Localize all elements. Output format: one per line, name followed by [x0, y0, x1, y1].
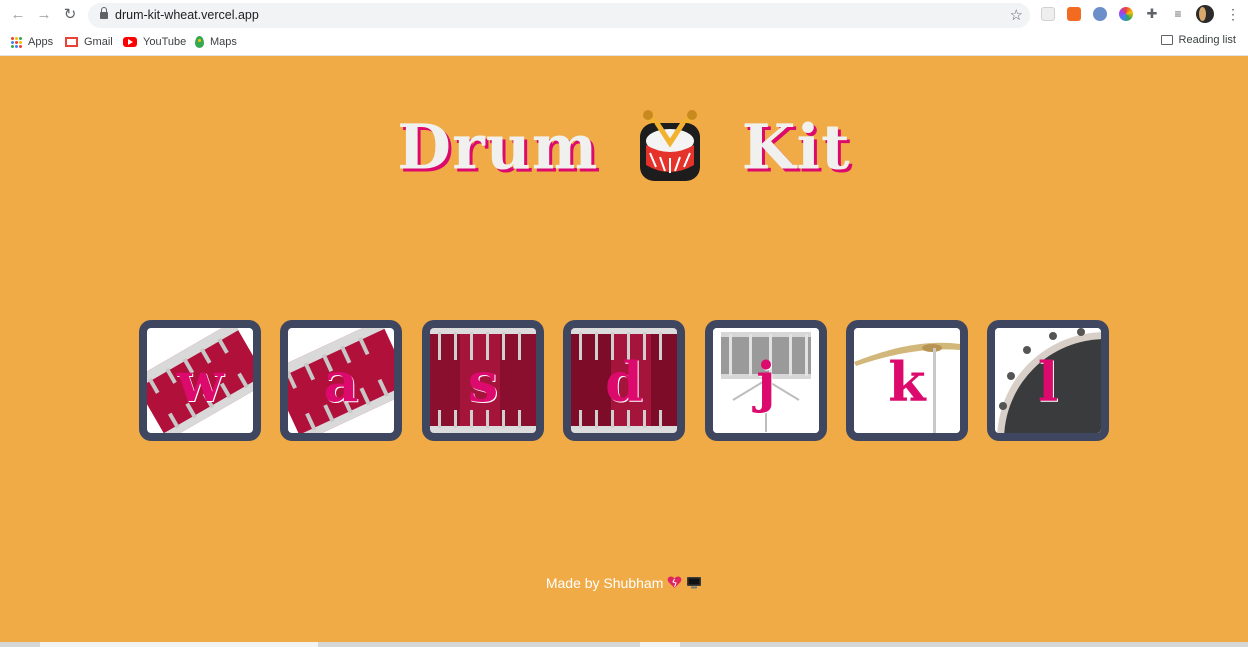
drum-key-s[interactable]: s	[422, 320, 544, 441]
scrollbar-thumb[interactable]	[40, 642, 318, 647]
page-title: Drum Kit	[0, 105, 1248, 185]
profile-avatar[interactable]	[1196, 5, 1214, 23]
bookmark-youtube[interactable]: YouTube	[123, 34, 186, 50]
title-word-drum: Drum	[397, 110, 599, 184]
drum-key-a[interactable]: a	[280, 320, 402, 441]
bookmark-label: YouTube	[143, 36, 187, 48]
media-control-icon[interactable]: ≡	[1171, 7, 1185, 21]
bookmark-gmail[interactable]: Gmail	[65, 34, 113, 50]
reading-list-icon	[1160, 35, 1173, 45]
bookmark-apps[interactable]: Apps	[11, 34, 53, 50]
tom-drum-image: s	[430, 328, 536, 433]
title-word-kit: Kit	[741, 110, 851, 184]
maps-icon	[195, 36, 204, 48]
extension-icon-blue[interactable]	[1093, 7, 1107, 21]
drum-key-k[interactable]: k	[846, 320, 968, 441]
footer-text: Made by Shubham	[545, 575, 664, 591]
address-bar[interactable]: drum-kit-wheat.vercel.app ☆	[88, 3, 1030, 28]
tom-drum-image: w	[147, 328, 253, 433]
lock-icon	[100, 7, 108, 20]
scrollbar-thumb-secondary[interactable]	[640, 642, 680, 647]
extension-icon-color-wheel[interactable]	[1119, 7, 1133, 21]
forward-arrow-icon[interactable]: →	[35, 6, 53, 24]
kick-drum-image: l	[995, 328, 1101, 433]
drum-key-w[interactable]: w	[139, 320, 261, 441]
tom-drum-image: d	[571, 328, 677, 433]
reload-icon[interactable]: ↻	[61, 6, 79, 24]
heart-icon	[667, 576, 682, 592]
browser-toolbar: ← → ↻ drum-kit-wheat.vercel.app ☆ ✚ ≡ ⋮	[0, 0, 1248, 30]
browser-chrome: ← → ↻ drum-kit-wheat.vercel.app ☆ ✚ ≡ ⋮ …	[0, 0, 1248, 56]
tom-drum-image: a	[288, 328, 394, 433]
extension-icon-blank[interactable]	[1041, 7, 1055, 21]
drum-key-d[interactable]: d	[563, 320, 685, 441]
apps-grid-icon	[11, 36, 22, 48]
key-letter: k	[888, 350, 926, 414]
bookmark-label: Apps	[28, 36, 54, 48]
url-text[interactable]: drum-kit-wheat.vercel.app	[115, 8, 259, 22]
key-letter: j	[756, 350, 776, 414]
key-letter: d	[605, 350, 643, 414]
bookmark-star-icon[interactable]: ☆	[1010, 6, 1023, 24]
bookmark-label: Maps	[210, 36, 237, 48]
reading-list-button[interactable]: Reading list	[1160, 34, 1236, 46]
bookmarks-bar: Apps Gmail YouTube Maps Reading list	[0, 31, 1248, 53]
footer-credit: Made by Shubham	[0, 575, 1248, 592]
gmail-icon	[65, 37, 78, 47]
drum-key-l[interactable]: l	[987, 320, 1109, 441]
snare-drum-image: j	[713, 328, 819, 433]
key-letter: s	[467, 350, 499, 414]
browser-menu-icon[interactable]: ⋮	[1226, 6, 1240, 23]
extensions-puzzle-icon[interactable]: ✚	[1145, 7, 1159, 21]
key-letter: a	[323, 350, 359, 414]
crash-cymbal-image: k	[854, 328, 960, 433]
key-letter: l	[1037, 350, 1059, 414]
key-letter: w	[176, 350, 224, 414]
drum-key-j[interactable]: j	[705, 320, 827, 441]
youtube-icon	[123, 37, 137, 47]
extension-icon-orange[interactable]	[1067, 7, 1081, 21]
reading-list-label: Reading list	[1178, 34, 1236, 46]
bookmark-maps[interactable]: Maps	[195, 34, 237, 50]
drum-keys-row: w a s d j k l	[139, 320, 1109, 441]
drum-emoji-icon	[635, 109, 705, 185]
back-arrow-icon[interactable]: ←	[9, 6, 27, 24]
computer-icon	[686, 576, 702, 592]
bookmark-label: Gmail	[84, 36, 113, 48]
